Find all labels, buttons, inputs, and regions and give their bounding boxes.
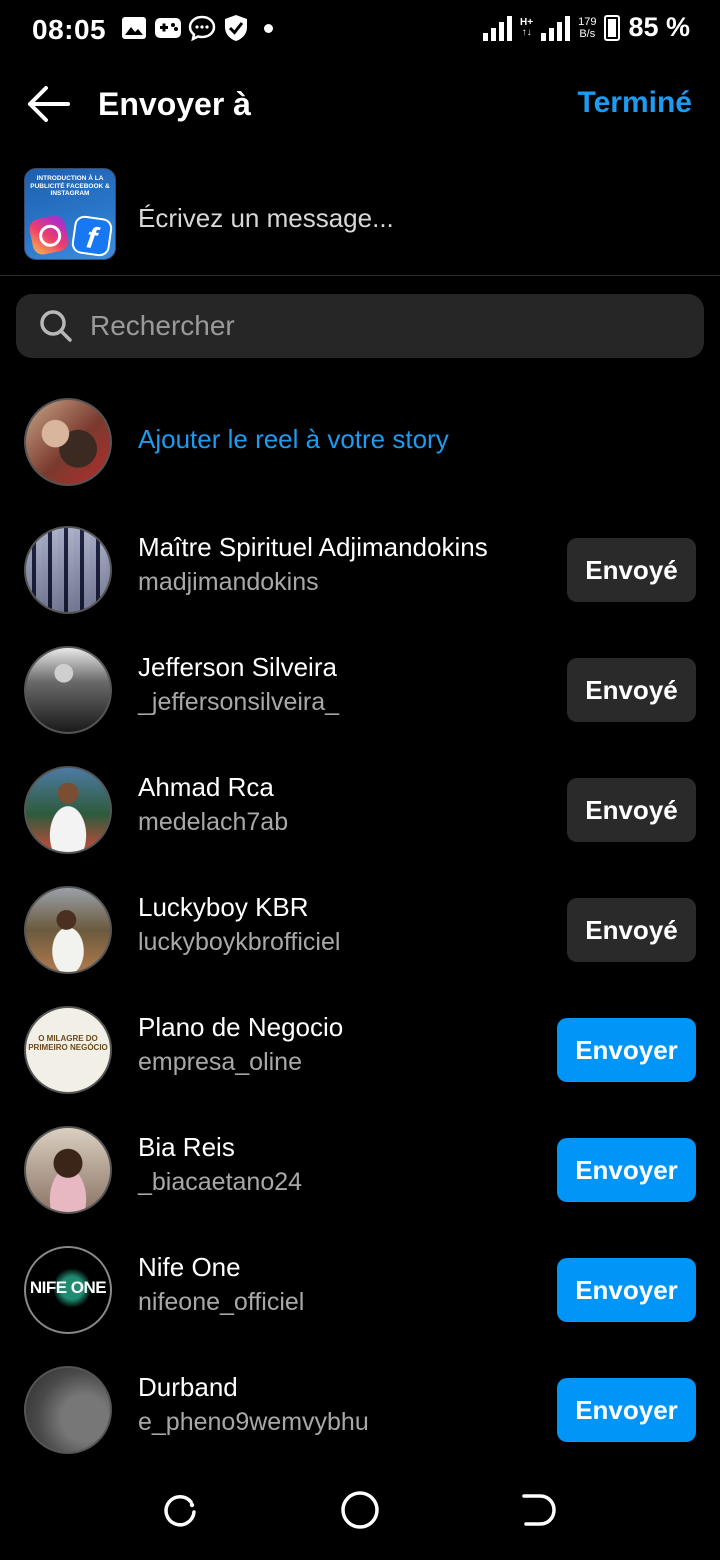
instagram-logo-icon [27,213,71,257]
avatar [24,886,112,974]
contact-name: Jefferson Silveira [138,652,337,682]
contact-row: O MILAGRE DO PRIMEIRO NEGÓCIO Plano de N… [0,990,720,1110]
page-title: Envoyer à [98,86,251,122]
status-bar: 08:05 H+ ↑↓ 179 B/s 85 % [0,0,720,60]
avatar [24,1366,112,1454]
avatar [24,398,112,486]
thumbnail-text: INTRODUCTION À LA PUBLICITÉ FACEBOOK & I… [30,175,110,197]
battery-percent: 85 % [628,12,690,42]
signal-1-icon [483,15,513,41]
send-button[interactable]: Envoyer [557,1138,696,1202]
back-nav-button[interactable] [518,1488,562,1532]
add-to-story-label: Ajouter le reel à votre story [138,424,449,454]
search-icon [40,310,72,342]
network-speed: 179 B/s [578,15,597,40]
contact-row: Jefferson Silveira _jeffersonsilveira_ E… [0,630,720,750]
contact-handle: _jeffersonsilveira_ [138,688,340,716]
contact-name: Bia Reis [138,1132,235,1162]
contact-name: Luckyboy KBR [138,892,309,922]
done-button[interactable]: Terminé [578,86,692,120]
more-notifications-dot [264,23,273,33]
system-indicators: H+ ↑↓ 179 B/s 85 % [483,12,690,43]
contact-row: Durband e_pheno9wemvybhu Envoyer [0,1350,720,1470]
shield-check-icon [222,14,250,42]
send-button[interactable]: Envoyer [557,1378,696,1442]
avatar [24,1126,112,1214]
contact-row: NIFE ONE Nife One nifeone_officiel Envoy… [0,1230,720,1350]
send-button[interactable]: Envoyer [557,1258,696,1322]
avatar [24,766,112,854]
home-button[interactable] [338,1488,382,1532]
contact-row: Bia Reis _biacaetano24 Envoyer [0,1110,720,1230]
notification-icons [120,14,273,42]
contact-name: Nife One [138,1252,241,1282]
avatar [24,646,112,734]
search-bar[interactable] [16,294,704,358]
add-to-story-row[interactable]: Ajouter le reel à votre story [0,382,720,502]
avatar-text: O MILAGRE DO PRIMEIRO NEGÓCIO [28,1034,108,1052]
sent-button[interactable]: Envoyé [567,898,696,962]
message-input[interactable] [138,198,678,238]
contact-name: Plano de Negocio [138,1012,344,1042]
gamepad-icon [154,14,182,42]
contact-name: Maître Spirituel Adjimandokins [138,532,488,562]
facebook-logo-icon: f [70,214,114,258]
header: Envoyer à Terminé [0,64,720,144]
system-nav-bar [0,1460,720,1560]
contact-handle: luckyboykbrofficiel [138,928,341,956]
recent-apps-button[interactable] [158,1488,202,1532]
contact-row: Ahmad Rca medelach7ab Envoyé [0,750,720,870]
message-icon [188,14,216,42]
avatar-text: NIFE ONE [29,1278,107,1297]
contact-row: Luckyboy KBR luckyboykbrofficiel Envoyé [0,870,720,990]
contact-name: Ahmad Rca [138,772,274,802]
sent-button[interactable]: Envoyé [567,778,696,842]
gallery-icon [120,14,148,42]
contact-row: Maître Spirituel Adjimandokins madjimand… [0,510,720,630]
avatar: O MILAGRE DO PRIMEIRO NEGÓCIO [24,1006,112,1094]
contact-name: Durband [138,1372,238,1402]
contact-handle: _biacaetano24 [138,1168,303,1196]
message-composer: INTRODUCTION À LA PUBLICITÉ FACEBOOK & I… [0,168,720,276]
contact-handle: nifeone_officiel [138,1288,305,1316]
recent-apps-icon [164,1494,196,1527]
contact-handle: madjimandokins [138,568,319,596]
sent-button[interactable]: Envoyé [567,538,696,602]
contact-handle: medelach7ab [138,808,289,836]
reel-thumbnail: INTRODUCTION À LA PUBLICITÉ FACEBOOK & I… [24,168,116,260]
network-type: H+ ↑↓ [520,16,534,38]
back-button[interactable] [24,82,72,126]
contact-handle: empresa_oline [138,1048,302,1076]
status-time: 08:05 [32,14,107,45]
home-circle-icon [341,1491,379,1529]
avatar: NIFE ONE [24,1246,112,1334]
sent-button[interactable]: Envoyé [567,658,696,722]
send-button[interactable]: Envoyer [557,1018,696,1082]
back-nav-icon [522,1494,556,1526]
contact-handle: e_pheno9wemvybhu [138,1408,369,1436]
avatar [24,526,112,614]
battery-icon [604,14,621,41]
search-input[interactable] [90,306,680,346]
signal-2-icon [541,15,571,41]
arrow-left-icon [28,86,70,122]
